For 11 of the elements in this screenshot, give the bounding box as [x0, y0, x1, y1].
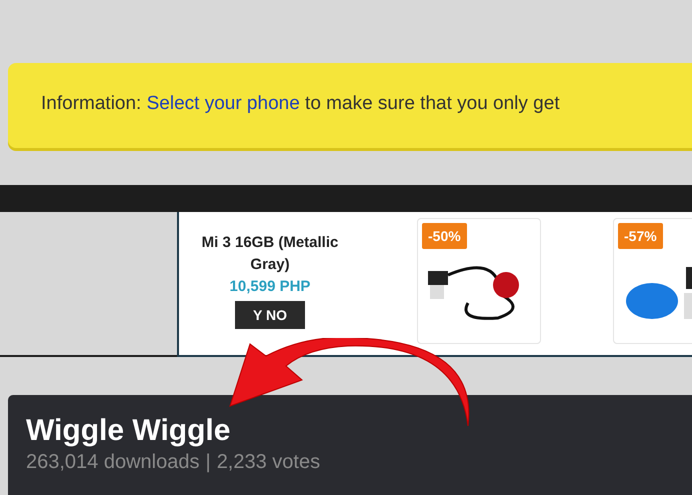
product-price: 10,599 PHP: [230, 278, 310, 295]
separator-text: |: [205, 451, 211, 474]
product-name: Mi 3 16GB (Metallic Gray): [200, 233, 340, 275]
info-message: Information: Select your phone to make sure that you only get: [40, 92, 561, 115]
discount-badge: -50%: [422, 223, 467, 249]
buy-now-button[interactable]: Y NO: [235, 301, 305, 329]
vote-count: 2,233 votes: [216, 451, 320, 474]
select-phone-link[interactable]: Select your phone: [146, 93, 300, 114]
app-title: Wiggle Wiggle: [26, 413, 232, 449]
download-count: 263,014 downloads: [26, 451, 200, 474]
discount-badge: -57%: [618, 223, 663, 249]
